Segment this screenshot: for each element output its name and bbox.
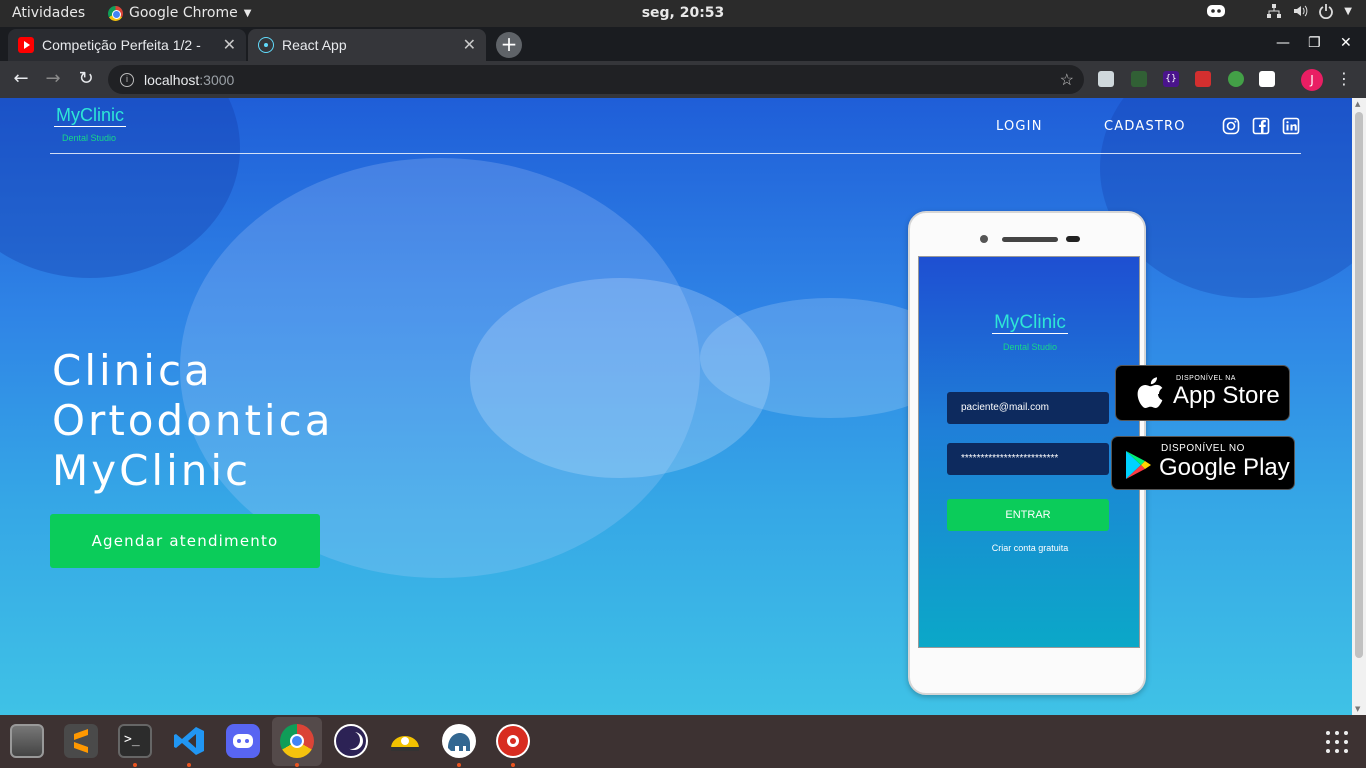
phone-signup-link[interactable]: Criar conta gratuita	[919, 543, 1141, 553]
address-bar[interactable]: i localhost:3000 ☆	[108, 65, 1084, 94]
app-menu[interactable]: Google Chrome ▼	[108, 5, 251, 21]
browser-toolbar: ← → ↻ i localhost:3000 ☆ {} J ⋮	[0, 61, 1366, 98]
hero-title: Clinica Ortodontica MyClinic	[52, 346, 333, 496]
page-scrollbar[interactable]: ▲ ▼	[1352, 98, 1366, 715]
google-play-badge[interactable]: DISPONÍVEL NO Google Play	[1111, 436, 1295, 490]
google-play-icon	[1126, 451, 1151, 479]
hero-title-line-2: Ortodontica	[52, 396, 334, 445]
system-top-bar: Atividades Google Chrome ▼ seg, 20:53 ▼	[0, 0, 1366, 27]
google-play-small-label: DISPONÍVEL NO	[1161, 443, 1245, 454]
running-indicator	[457, 763, 461, 767]
app-store-label: App Store	[1173, 382, 1280, 409]
eclipse-icon[interactable]	[334, 724, 368, 758]
app-menu-label: Google Chrome	[129, 5, 238, 21]
phone-password-field[interactable]: *************************	[947, 443, 1109, 475]
volume-icon[interactable]	[1292, 3, 1308, 19]
scrollbar-thumb[interactable]	[1355, 112, 1363, 658]
extension-octotree-icon[interactable]	[1195, 71, 1211, 87]
discord-tray-icon[interactable]	[1206, 3, 1226, 19]
info-icon[interactable]: i	[120, 72, 134, 87]
youtube-icon	[18, 37, 34, 53]
phone-email-field[interactable]: paciente@mail.com	[947, 392, 1109, 424]
linkedin-icon[interactable]	[1282, 117, 1300, 135]
phone-sensor	[1066, 236, 1080, 242]
phone-login-button[interactable]: ENTRAR	[947, 499, 1109, 531]
terminal-icon[interactable]: >_	[118, 724, 152, 758]
nav-signup[interactable]: CADASTRO	[1104, 119, 1186, 134]
running-indicator	[133, 763, 137, 767]
chevron-down-icon: ▼	[243, 7, 252, 19]
extension-screen-icon[interactable]	[1131, 71, 1147, 87]
extension-pdf-icon[interactable]	[1259, 71, 1275, 87]
new-tab-button[interactable]: +	[496, 32, 522, 58]
chevron-down-icon[interactable]: ▼	[1344, 6, 1352, 17]
tab-react-app[interactable]: React App ✕	[248, 29, 486, 61]
menu-kebab-icon[interactable]: ⋮	[1336, 69, 1352, 88]
nav-login[interactable]: LOGIN	[996, 119, 1043, 134]
sublime-text-icon[interactable]	[64, 724, 98, 758]
phone-logo-subtitle: Dental Studio	[1002, 342, 1058, 352]
files-icon[interactable]	[10, 724, 44, 758]
discord-icon[interactable]	[226, 724, 260, 758]
running-indicator	[295, 763, 299, 767]
insomnia-icon[interactable]	[388, 724, 422, 758]
chrome-icon	[108, 5, 123, 21]
site-logo-title[interactable]: MyClinic	[54, 105, 127, 127]
facebook-icon[interactable]	[1252, 117, 1270, 135]
pgadmin-icon[interactable]	[442, 724, 476, 758]
reload-icon[interactable]: ↻	[75, 68, 97, 89]
close-icon[interactable]: ✕	[463, 35, 476, 55]
system-tray[interactable]: ▼	[1206, 3, 1352, 19]
chrome-icon[interactable]	[280, 724, 314, 758]
tab-strip: Competição Perfeita 1/2 - ✕ React App ✕	[0, 27, 1366, 61]
activities-button[interactable]: Atividades	[12, 5, 85, 21]
extension-json-icon[interactable]: {}	[1163, 71, 1179, 87]
app-store-badge[interactable]: DISPONÍVEL NA App Store	[1115, 365, 1290, 421]
extension-zoom-icon[interactable]	[1098, 71, 1114, 87]
react-icon	[258, 37, 274, 53]
app-store-small-label: DISPONÍVEL NA	[1176, 375, 1236, 382]
hero-title-line-3: MyClinic	[52, 446, 252, 495]
scroll-up-icon[interactable]: ▲	[1355, 100, 1360, 108]
tab-youtube[interactable]: Competição Perfeita 1/2 - ✕	[8, 29, 246, 61]
network-icon[interactable]	[1266, 3, 1282, 19]
close-icon[interactable]: ✕	[223, 35, 236, 55]
tab-title: Competição Perfeita 1/2 -	[42, 37, 201, 53]
hero-title-line-1: Clinica	[52, 346, 213, 395]
page-viewport: MyClinic Dental Studio LOGIN CADASTRO Cl…	[0, 98, 1352, 715]
extension-node-icon[interactable]	[1228, 71, 1244, 87]
phone-screen: MyClinic Dental Studio paciente@mail.com…	[918, 256, 1140, 648]
schedule-appointment-button[interactable]: Agendar atendimento	[50, 514, 320, 568]
phone-speaker	[1002, 237, 1058, 242]
back-icon[interactable]: ←	[10, 68, 32, 89]
apple-icon	[1137, 377, 1163, 409]
phone-camera	[980, 235, 988, 243]
url-host: localhost	[144, 71, 200, 88]
power-icon[interactable]	[1318, 3, 1334, 19]
running-indicator	[511, 763, 515, 767]
profile-avatar[interactable]: J	[1301, 69, 1323, 91]
running-indicator	[187, 763, 191, 767]
show-applications-icon[interactable]	[1326, 731, 1348, 753]
url-port: :3000	[199, 71, 235, 88]
tab-title: React App	[282, 37, 347, 53]
bookmark-star-icon[interactable]: ☆	[1060, 70, 1074, 90]
vscode-icon[interactable]	[172, 724, 206, 758]
phone-logo-title: MyClinic	[992, 312, 1068, 334]
forward-icon[interactable]: →	[42, 68, 64, 89]
site-logo-subtitle: Dental Studio	[62, 133, 117, 143]
window-close-icon[interactable]: ✕	[1340, 35, 1352, 51]
redis-icon[interactable]	[496, 724, 530, 758]
site-header: MyClinic Dental Studio LOGIN CADASTRO	[50, 98, 1301, 154]
maximize-icon[interactable]: ❐	[1308, 35, 1321, 51]
scroll-down-icon[interactable]: ▼	[1355, 705, 1360, 713]
instagram-icon[interactable]	[1222, 117, 1240, 135]
dock: >_	[0, 715, 1366, 768]
minimize-icon[interactable]: —	[1276, 35, 1290, 51]
google-play-label: Google Play	[1159, 454, 1290, 481]
